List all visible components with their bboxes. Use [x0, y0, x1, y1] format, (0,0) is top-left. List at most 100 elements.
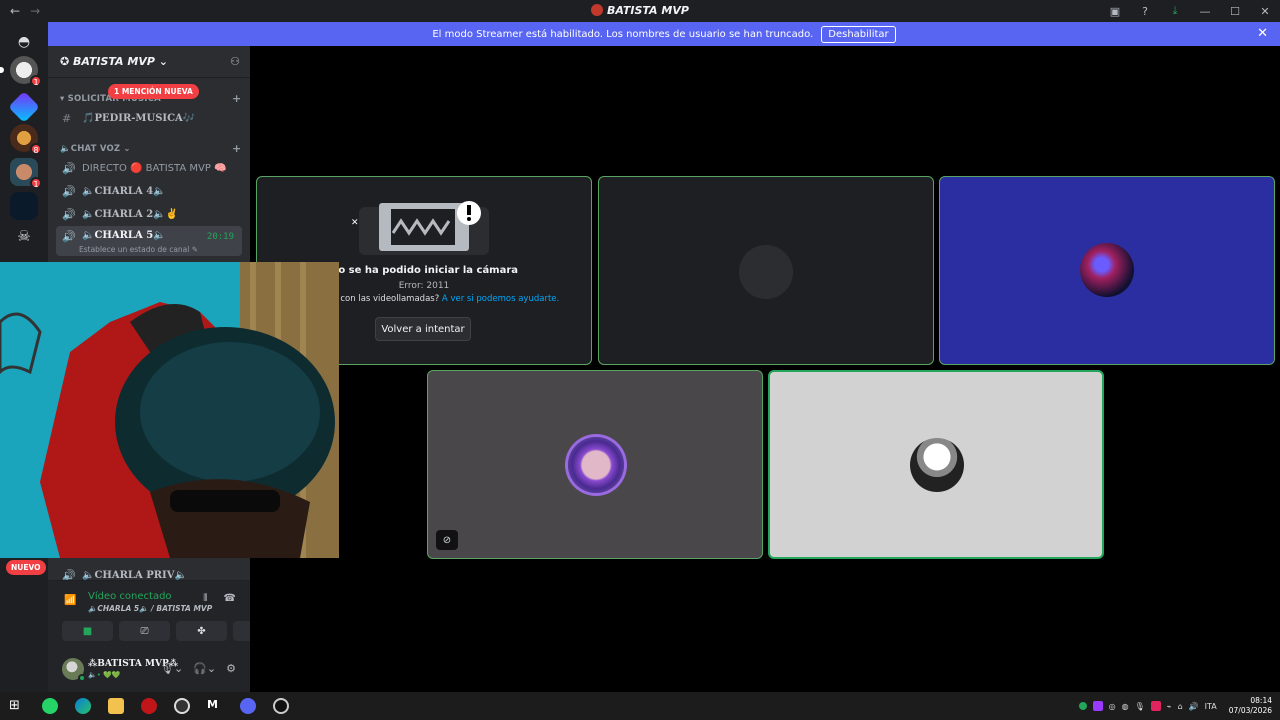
help-icon[interactable]: ?	[1130, 0, 1160, 22]
back-arrow-icon[interactable]: ←	[10, 4, 20, 18]
start-windows-icon[interactable]: ⊞	[9, 698, 25, 714]
headphones-icon[interactable]: 🎧⌄	[193, 662, 216, 675]
help-link[interactable]: A ver si podemos ayudarte.	[442, 294, 559, 304]
channel-charla-4[interactable]: 🔊 🔈CHARLA 4🔈	[56, 181, 242, 201]
clock-time: 08:14	[1250, 696, 1272, 705]
microphone-icon[interactable]: 🎙⌄	[160, 662, 183, 675]
status-dot-icon[interactable]	[1078, 702, 1087, 710]
maximize-button[interactable]: ☐	[1220, 0, 1250, 22]
app-icon-ring[interactable]	[174, 698, 190, 714]
settings-gear-icon[interactable]: ⚙	[226, 662, 236, 675]
volume-icon[interactable]: 🔊	[1189, 702, 1199, 711]
clock-date: 07/03/2026	[1228, 706, 1272, 715]
invite-icon[interactable]: ⚇	[230, 55, 240, 68]
app-icon-m[interactable]: M	[207, 698, 223, 714]
avatar[interactable]	[62, 658, 86, 682]
server-icon-anime[interactable]: 1	[0, 56, 42, 87]
discord-taskbar-icon[interactable]	[240, 698, 256, 714]
window-title-text: BATISTA MVP	[607, 4, 689, 17]
download-icon[interactable]: ⤓	[1160, 0, 1190, 22]
channel-directo[interactable]: 🔊 DIRECTO 🔴 BATISTA MVP 🧠	[56, 158, 242, 178]
user-custom-status: 🔈• 💚💚	[88, 671, 121, 679]
channel-status[interactable]: Establece un estado de canal ✎	[79, 245, 198, 254]
title-bar: ← → BATISTA MVP ▣ ? ⤓ — ☐ ✕	[0, 0, 1280, 22]
mention-badge: 8	[30, 143, 42, 155]
guild-name: BATISTA MVP	[73, 55, 155, 68]
online-status-dot	[78, 674, 86, 682]
video-tile-participant[interactable]	[939, 176, 1275, 365]
app-icon-circle[interactable]	[273, 698, 289, 714]
file-explorer-icon[interactable]	[108, 698, 124, 714]
channel-label: 🔈CHARLA 4🔈	[82, 185, 166, 197]
server-icon-char[interactable]: 8	[10, 124, 42, 155]
tray-security-icon[interactable]: ◍	[1122, 702, 1129, 711]
streamer-mode-banner: El modo Streamer está habilitado. Los no…	[48, 22, 1280, 46]
close-banner-icon[interactable]: ✕	[1257, 26, 1268, 41]
language-indicator[interactable]: ITA	[1205, 702, 1217, 711]
signal-icon[interactable]: 📶	[64, 595, 76, 606]
category-chat-voz[interactable]: 🔈CHAT VOZ ⌄ +	[60, 142, 241, 155]
whatsapp-icon[interactable]	[42, 698, 58, 714]
activities-button[interactable]: ✤	[176, 621, 227, 641]
guild-header[interactable]: ✪ BATISTA MVP ⌄ ⚇	[48, 46, 250, 78]
server-icon-skull[interactable]: ☠	[10, 222, 38, 250]
speaker-icon: 🔊	[62, 207, 76, 221]
avatar	[910, 438, 964, 492]
clock[interactable]: 08:14 07/03/2026	[1229, 696, 1272, 716]
tray-mic-icon[interactable]: 🎙	[1135, 702, 1145, 711]
new-mention-pill[interactable]: 1 MENCIÓN NUEVA	[108, 84, 199, 99]
noise-suppression-icon[interactable]: ⦀	[203, 593, 207, 604]
voice-location[interactable]: 🔈CHARLA 5🔈 / BATISTA MVP	[88, 604, 212, 613]
forward-arrow-icon[interactable]: →	[30, 4, 40, 18]
channel-charla-2[interactable]: 🔊 🔈CHARLA 2🔈✌	[56, 204, 242, 224]
server-icon-five[interactable]	[8, 91, 40, 123]
category-label: CHAT VOZ	[70, 144, 121, 154]
channel-status-text: Establece un estado de canal	[79, 245, 190, 254]
avatar	[1080, 243, 1134, 297]
discord-home-icon[interactable]: ◓	[10, 28, 38, 56]
tray-bluetooth-icon[interactable]: ⌁	[1167, 702, 1172, 711]
tray-app-icon[interactable]	[1150, 701, 1161, 711]
mention-badge: 1	[30, 177, 42, 189]
minimize-button[interactable]: —	[1190, 0, 1220, 22]
speaker-icon: 🔊	[62, 161, 76, 175]
window-title: BATISTA MVP	[0, 4, 1280, 17]
server-icon-fruit[interactable]	[10, 192, 38, 220]
video-tile-speaking[interactable]	[768, 370, 1104, 559]
svg-text:✕: ✕	[351, 218, 359, 228]
new-unread-pill[interactable]: NUEVO	[6, 560, 46, 575]
speaker-icon: 🔊	[62, 184, 76, 198]
network-icon[interactable]: ⌂	[1178, 702, 1183, 711]
channel-charla-5[interactable]: 🔊 🔈CHARLA 5🔈 20:19 Establece un estado de c…	[56, 226, 242, 256]
unread-pill	[0, 67, 4, 73]
disable-streamer-button[interactable]: Deshabilitar	[821, 25, 896, 43]
system-tray: ◎ ◍ 🎙 ⌁ ⌂ 🔊 ITA 08:14 07/03/2026	[1078, 692, 1280, 720]
app-icon-red[interactable]	[141, 698, 157, 714]
tray-recorder-icon[interactable]: ◎	[1109, 702, 1116, 711]
close-window-button[interactable]: ✕	[1250, 0, 1280, 22]
user-panel: ⁂BATISTA MVP⁂ 🔈• 💚💚 🎙⌄ 🎧⌄ ⚙	[48, 650, 250, 692]
tray-app-icon[interactable]	[1092, 701, 1103, 711]
webcam-feed	[0, 262, 339, 558]
call-timer: 20:19	[206, 232, 234, 242]
banner-text: El modo Streamer está habilitado. Los no…	[432, 28, 814, 40]
broken-camera-icon: ✕	[351, 201, 489, 255]
inbox-icon[interactable]: ▣	[1100, 0, 1130, 22]
video-tile-participant[interactable]	[598, 176, 934, 365]
video-tile-participant[interactable]: ⊘	[427, 370, 763, 559]
video-off-icon[interactable]: ⊘	[436, 530, 458, 550]
edge-browser-icon[interactable]	[75, 698, 91, 714]
screenshare-button[interactable]: ⎚	[119, 621, 170, 641]
camera-button[interactable]: ■	[62, 621, 113, 641]
channel-pedir-musica[interactable]: # 🎵PEDIR-MUSICA🎶	[56, 108, 242, 128]
channel-label: 🔈CHARLA 5🔈	[82, 230, 166, 241]
add-channel-icon[interactable]: +	[232, 142, 241, 155]
hashtag-icon: #	[62, 111, 72, 125]
add-channel-icon[interactable]: +	[232, 92, 241, 105]
channel-label: 🔈CHARLA 2🔈✌	[82, 208, 179, 220]
server-icon-batista[interactable]: 1	[10, 158, 42, 189]
disconnect-icon[interactable]: ☎	[224, 593, 236, 604]
voice-status: Vídeo conectado	[88, 591, 172, 602]
retry-camera-button[interactable]: Volver a intentar	[375, 317, 471, 341]
webcam-overlay	[0, 262, 339, 558]
